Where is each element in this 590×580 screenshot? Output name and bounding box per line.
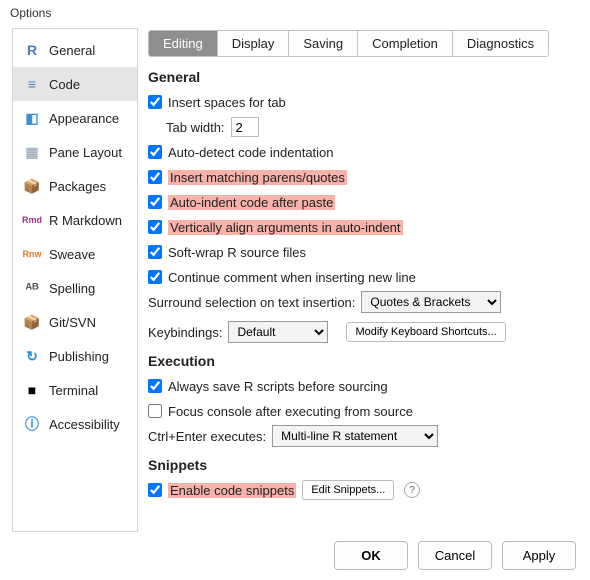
sidebar-item-terminal[interactable]: ■ Terminal — [13, 373, 137, 407]
appearance-icon: ◧ — [23, 109, 41, 127]
code-icon: ≡ — [23, 75, 41, 93]
cancel-button[interactable]: Cancel — [418, 541, 492, 570]
sidebar-item-general[interactable]: R General — [13, 33, 137, 67]
cb-always-save[interactable] — [148, 379, 162, 393]
spelling-icon: ᴬᴮ — [23, 279, 41, 297]
input-tab-width[interactable] — [231, 117, 259, 137]
sidebar-item-label: Pane Layout — [49, 145, 122, 160]
sidebar-item-spelling[interactable]: ᴬᴮ Spelling — [13, 271, 137, 305]
lbl-tab-width: Tab width: — [166, 120, 225, 135]
select-ctrl-enter[interactable]: Multi-line R statement — [272, 425, 438, 447]
r-markdown-icon: Rmd — [23, 211, 41, 229]
sidebar-item-publishing[interactable]: ↻ Publishing — [13, 339, 137, 373]
terminal-icon: ■ — [23, 381, 41, 399]
lbl-continue-comment: Continue comment when inserting new line — [168, 270, 416, 285]
sweave-icon: Rnw — [23, 245, 41, 263]
tab-diagnostics[interactable]: Diagnostics — [453, 31, 548, 56]
sidebar-item-label: Accessibility — [49, 417, 120, 432]
tab-completion[interactable]: Completion — [358, 31, 453, 56]
lbl-enable-snippets: Enable code snippets — [168, 483, 296, 498]
lbl-focus-console: Focus console after executing from sourc… — [168, 404, 413, 419]
pane-layout-icon: ▦ — [23, 143, 41, 161]
sidebar-item-r-markdown[interactable]: Rmd R Markdown — [13, 203, 137, 237]
cb-soft-wrap[interactable] — [148, 245, 162, 259]
sidebar-item-pane-layout[interactable]: ▦ Pane Layout — [13, 135, 137, 169]
tab-bar: EditingDisplaySavingCompletionDiagnostic… — [148, 30, 549, 57]
sidebar-item-appearance[interactable]: ◧ Appearance — [13, 101, 137, 135]
cb-auto-detect[interactable] — [148, 145, 162, 159]
cb-continue-comment[interactable] — [148, 270, 162, 284]
sidebar-item-code[interactable]: ≡ Code — [13, 67, 137, 101]
lbl-auto-detect: Auto-detect code indentation — [168, 145, 334, 160]
section-snippets: Snippets — [148, 457, 578, 473]
sidebar-item-packages[interactable]: 📦 Packages — [13, 169, 137, 203]
tab-display[interactable]: Display — [218, 31, 290, 56]
sidebar-item-label: Publishing — [49, 349, 109, 364]
lbl-insert-matching: Insert matching parens/quotes — [168, 170, 347, 185]
help-icon[interactable]: ? — [404, 482, 420, 498]
window-title: Options — [0, 0, 590, 24]
sidebar-item-label: Appearance — [49, 111, 119, 126]
apply-button[interactable]: Apply — [502, 541, 576, 570]
cb-auto-indent-paste[interactable] — [148, 195, 162, 209]
main-panel: EditingDisplaySavingCompletionDiagnostic… — [148, 28, 578, 532]
lbl-soft-wrap: Soft-wrap R source files — [168, 245, 306, 260]
sidebar-item-git-svn[interactable]: 📦 Git/SVN — [13, 305, 137, 339]
packages-icon: 📦 — [23, 177, 41, 195]
sidebar-item-label: Git/SVN — [49, 315, 96, 330]
lbl-ctrl-enter: Ctrl+Enter executes: — [148, 429, 266, 444]
cb-insert-matching[interactable] — [148, 170, 162, 184]
sidebar-item-accessibility[interactable]: ⓘ Accessibility — [13, 407, 137, 441]
sidebar-item-label: R Markdown — [49, 213, 122, 228]
lbl-always-save: Always save R scripts before sourcing — [168, 379, 388, 394]
sidebar-item-label: Sweave — [49, 247, 95, 262]
select-surround[interactable]: Quotes & Brackets — [361, 291, 501, 313]
cb-insert-spaces[interactable] — [148, 95, 162, 109]
cb-vert-align[interactable] — [148, 220, 162, 234]
footer: OK Cancel Apply — [334, 541, 576, 570]
lbl-vert-align: Vertically align arguments in auto-inden… — [168, 220, 403, 235]
accessibility-icon: ⓘ — [23, 415, 41, 433]
sidebar-item-label: Code — [49, 77, 80, 92]
section-execution: Execution — [148, 353, 578, 369]
lbl-insert-spaces: Insert spaces for tab — [168, 95, 286, 110]
sidebar-item-label: Terminal — [49, 383, 98, 398]
tab-editing[interactable]: Editing — [149, 31, 218, 56]
btn-edit-snippets[interactable]: Edit Snippets... — [302, 480, 394, 500]
tab-saving[interactable]: Saving — [289, 31, 358, 56]
sidebar-item-label: Spelling — [49, 281, 95, 296]
select-keybindings[interactable]: Default — [228, 321, 328, 343]
cb-focus-console[interactable] — [148, 404, 162, 418]
sidebar-item-label: General — [49, 43, 95, 58]
cb-enable-snippets[interactable] — [148, 483, 162, 497]
sidebar-item-label: Packages — [49, 179, 106, 194]
section-general: General — [148, 69, 578, 85]
ok-button[interactable]: OK — [334, 541, 408, 570]
sidebar-item-sweave[interactable]: Rnw Sweave — [13, 237, 137, 271]
lbl-keybindings: Keybindings: — [148, 325, 222, 340]
sidebar: R General ≡ Code ◧ Appearance ▦ Pane Layout 📦 Pac… — [12, 28, 138, 532]
lbl-auto-indent-paste: Auto-indent code after paste — [168, 195, 335, 210]
general-icon: R — [23, 41, 41, 59]
lbl-surround: Surround selection on text insertion: — [148, 295, 355, 310]
git-svn-icon: 📦 — [23, 313, 41, 331]
publishing-icon: ↻ — [23, 347, 41, 365]
btn-modify-shortcuts[interactable]: Modify Keyboard Shortcuts... — [346, 322, 505, 342]
